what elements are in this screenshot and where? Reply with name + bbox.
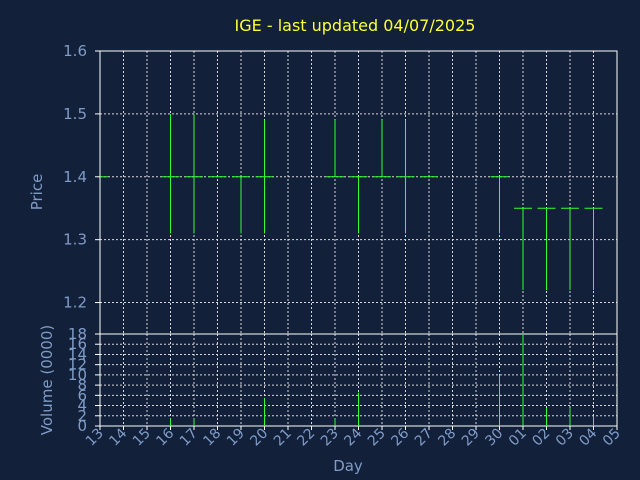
volume-panel: 02468101214161813 14 15 16 17 18 19 20 21 22 23 24 2… [68, 325, 624, 449]
price-panel: 1.2 1.3 1.4 1.5 1.6 [63, 42, 618, 335]
price-y-tick-label: 1.5 [63, 105, 87, 123]
day-x-tick-label: 17 [177, 426, 201, 450]
price-y-tick-label: 1.6 [63, 42, 87, 60]
day-x-tick-label: 28 [435, 426, 459, 450]
day-x-tick-label: 30 [482, 426, 506, 450]
chart-canvas: IGE - last updated 04/07/2025 1.21.31.41… [28, 16, 624, 475]
day-x-tick-label: 22 [294, 426, 318, 450]
day-x-tick-label: 03 [553, 426, 577, 450]
price-y-tick-label: 1.3 [63, 231, 87, 249]
price-axis-title: Price [28, 174, 46, 211]
day-x-tick-label: 16 [153, 425, 177, 449]
volume-axis-title: Volume (0000) [38, 325, 56, 435]
day-x-tick-label: 24 [341, 425, 365, 449]
day-axis-title: Day [333, 457, 363, 475]
day-x-tick-label: 19 [224, 426, 248, 450]
day-x-tick-label: 25 [365, 426, 389, 450]
day-x-tick-label: 23 [318, 426, 342, 450]
day-x-tick-label: 26 [388, 425, 412, 449]
day-x-tick-label: 02 [529, 426, 553, 450]
day-x-tick-label: 27 [412, 426, 436, 450]
day-x-tick-label: 18 [200, 426, 224, 450]
volume-y-tick-label: 18 [68, 325, 87, 343]
price-y-tick-label: 1.4 [63, 168, 87, 186]
day-x-tick-label: 04 [576, 425, 600, 449]
day-x-tick-label: 14 [106, 425, 130, 449]
chart-title: IGE - last updated 04/07/2025 [235, 16, 476, 35]
day-x-tick-label: 01 [506, 426, 530, 450]
day-x-tick-label: 20 [247, 426, 271, 450]
day-x-tick-label: 15 [130, 426, 154, 450]
price-y-tick-label: 1.2 [63, 294, 87, 312]
day-x-tick-label: 05 [600, 426, 624, 450]
day-x-tick-label: 21 [271, 426, 295, 450]
day-x-tick-label: 29 [459, 426, 483, 450]
